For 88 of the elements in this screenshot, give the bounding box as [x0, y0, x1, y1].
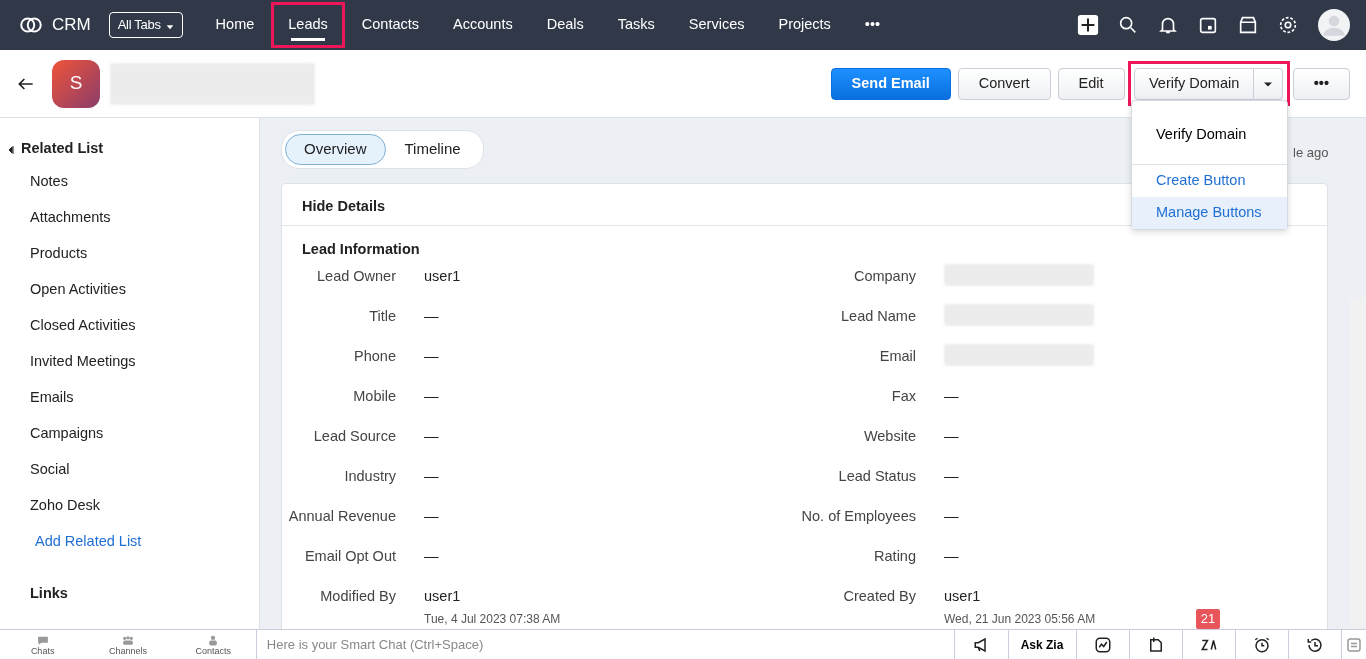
field-label: Industry [343, 467, 396, 487]
field-value: — [424, 427, 439, 447]
timestamp-text: Wed, 21 Jun 2023 05:56 AM [944, 612, 1096, 626]
field-value: — [944, 427, 959, 447]
field-value: — [944, 547, 959, 567]
field-value: — [944, 387, 959, 407]
nav-tab[interactable]: Deals [529, 2, 601, 48]
field-label: Created By [842, 587, 916, 607]
alarm-icon[interactable] [1252, 635, 1271, 654]
send-email-button[interactable]: Send Email [830, 67, 951, 100]
field-value: — [424, 547, 439, 567]
nav-tab[interactable]: Accounts [436, 2, 530, 48]
nav-tab[interactable]: Contacts [344, 2, 437, 48]
menu-item[interactable]: Verify Domain [1132, 119, 1287, 151]
tray-icon[interactable] [1344, 635, 1363, 654]
modified-time-text: le ago [1293, 144, 1329, 162]
field-label: Modified By [319, 587, 396, 607]
field-label: No. of Employees [800, 507, 916, 527]
more-actions-button[interactable]: ••• [1292, 67, 1350, 100]
more-tabs-button[interactable]: ••• [847, 2, 898, 48]
all-tabs-dropdown[interactable]: All Tabs [108, 12, 183, 38]
field-label: Lead Name [840, 307, 916, 327]
field-value: — [424, 387, 439, 407]
field-label: Lead Status [837, 467, 916, 487]
sidebar-item[interactable]: Closed Activities [8, 307, 259, 344]
search-icon[interactable] [1117, 14, 1139, 36]
hide-details-link[interactable]: Hide Details [302, 197, 385, 214]
sidebar-item[interactable]: Campaigns [8, 415, 259, 452]
field-value: user1 [424, 587, 462, 607]
field-label: Fax [890, 387, 916, 407]
field-label: Mobile [352, 387, 396, 407]
nav-tab[interactable]: Home [198, 2, 272, 48]
add-related-list-link[interactable]: Add Related List [8, 523, 259, 560]
sidebar-item[interactable]: Attachments [8, 199, 259, 236]
sidebar-item[interactable]: Zoho Desk [8, 487, 259, 524]
field-value: user1 [424, 267, 461, 287]
group-icon [120, 633, 135, 647]
sidebar-item[interactable]: Invited Meetings [8, 343, 259, 380]
view-tab[interactable]: Timeline [385, 134, 480, 165]
verify-domain-button[interactable]: Verify Domain [1134, 67, 1255, 100]
field-value: user1 [944, 587, 982, 607]
caret-icon [1264, 79, 1273, 88]
field-value: — [944, 507, 959, 527]
field-label: Annual Revenue [287, 507, 396, 527]
field-label: Email Opt Out [303, 547, 396, 567]
caret-icon [165, 22, 174, 31]
sidebar-item[interactable]: Products [8, 235, 259, 272]
field-value: — [424, 467, 439, 487]
nav-tab[interactable]: Leads [271, 2, 345, 48]
menu-item[interactable]: Create Button [1132, 165, 1287, 197]
field-label: Lead Source [312, 427, 396, 447]
timestamp-text: Tue, 4 Jul 2023 07:38 AM [424, 612, 561, 626]
record-avatar: S [52, 59, 100, 108]
settings-icon[interactable] [1277, 14, 1299, 36]
sidebar-item[interactable]: Emails [8, 379, 259, 416]
action-button[interactable]: Edit [1057, 67, 1125, 100]
field-value: — [424, 307, 439, 327]
field-label: Phone [353, 347, 396, 367]
chart-icon[interactable] [1093, 635, 1112, 654]
nav-tab[interactable]: Projects [761, 2, 848, 48]
view-tab[interactable]: Overview [285, 134, 386, 165]
history-icon[interactable] [1305, 635, 1324, 654]
field-value: — [944, 467, 959, 487]
field-label: Website [862, 427, 916, 447]
field-label: Rating [873, 547, 916, 567]
field-label: Email [878, 347, 916, 367]
scrollbar[interactable] [1350, 298, 1366, 629]
sidebar-heading: Links [29, 584, 69, 604]
sidebar-item[interactable]: Notes [8, 163, 259, 200]
section-heading: Lead Information [301, 239, 421, 259]
store-icon[interactable] [1237, 14, 1259, 36]
notification-count: 21 [1195, 609, 1221, 629]
field-label: Lead Owner [316, 267, 396, 287]
field-value: — [424, 507, 439, 527]
nav-tab[interactable]: Services [671, 2, 762, 48]
menu-item[interactable]: Manage Buttons [1132, 197, 1287, 229]
add-icon[interactable] [1077, 14, 1099, 36]
field-value: — [424, 347, 439, 367]
sidebar-heading: Related List [21, 139, 104, 158]
nav-tab[interactable]: Tasks [600, 2, 672, 48]
field-label: Company [852, 267, 916, 287]
sidebar-item[interactable]: Social [8, 451, 259, 488]
field-label: Title [368, 307, 396, 327]
user-avatar[interactable] [1318, 9, 1350, 41]
sidebar-item[interactable]: Open Activities [8, 271, 259, 308]
app-title: CRM [52, 14, 91, 37]
action-button[interactable]: Convert [957, 67, 1051, 100]
dropdown-toggle-button[interactable] [1254, 67, 1284, 100]
